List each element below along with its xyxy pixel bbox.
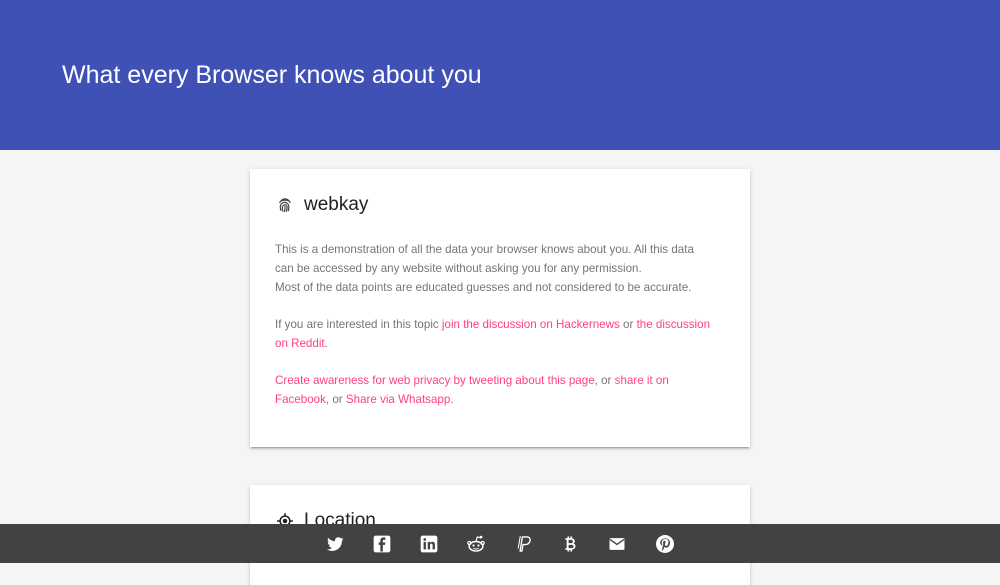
intro-card-title: webkay: [304, 194, 369, 215]
page-title: What every Browser knows about you: [62, 61, 482, 89]
app-header: What every Browser knows about you: [0, 0, 1000, 150]
description-paragraph: This is a demonstration of all the data …: [275, 240, 715, 297]
fingerprint-icon: [276, 196, 294, 214]
intro-card: webkay This is a demonstration of all th…: [250, 169, 750, 447]
discussion-prefix: If you are interested in this topic: [275, 318, 442, 331]
intro-card-body: This is a demonstration of all the data …: [275, 240, 715, 427]
description-line-1: This is a demonstration of all the data …: [275, 243, 694, 275]
facebook-icon[interactable]: [371, 533, 393, 555]
discussion-paragraph: If you are interested in this topic join…: [275, 315, 715, 353]
share-separator-2: , or: [325, 393, 346, 406]
discussion-suffix: .: [324, 337, 328, 350]
description-line-2: Most of the data points are educated gue…: [275, 281, 692, 294]
bitcoin-icon[interactable]: [559, 533, 581, 555]
social-footer: [0, 524, 1000, 563]
hackernews-link[interactable]: join the discussion on Hackernews: [442, 318, 620, 331]
paypal-icon[interactable]: [512, 533, 534, 555]
share-paragraph: Create awareness for web privacy by twee…: [275, 371, 715, 409]
tweet-link[interactable]: Create awareness for web privacy by twee…: [275, 374, 595, 387]
linkedin-icon[interactable]: [418, 533, 440, 555]
share-separator-1: , or: [594, 374, 615, 387]
twitter-icon[interactable]: [324, 533, 346, 555]
intro-card-header: webkay: [276, 193, 368, 217]
email-icon[interactable]: [606, 533, 628, 555]
discussion-or: or: [619, 318, 637, 331]
whatsapp-share-link[interactable]: Share via Whatsapp: [346, 393, 450, 406]
pinterest-icon[interactable]: [654, 533, 676, 555]
share-suffix: .: [450, 393, 454, 406]
reddit-icon[interactable]: [465, 533, 487, 555]
